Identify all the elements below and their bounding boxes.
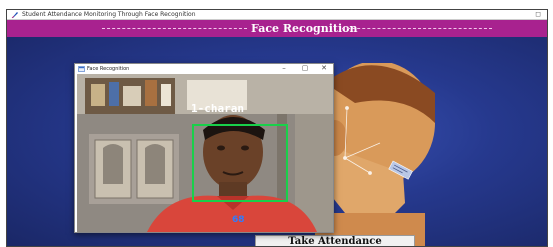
recognized-name-label: 1-charan — [191, 102, 244, 115]
main-window-title: Student Attendance Monitoring Through Fa… — [22, 11, 196, 18]
header-banner: Face Recognition — [7, 20, 547, 37]
popup-title: Face Recognition — [87, 66, 130, 72]
window-icon — [78, 66, 85, 72]
header-dash-right — [342, 28, 492, 29]
main-window-titlebar: Student Attendance Monitoring Through Fa… — [7, 10, 547, 20]
camera-feed: 1-charan 68 — [77, 74, 333, 232]
maximize-button[interactable]: ▢ — [300, 64, 310, 73]
face-recognition-popup: Face Recognition – ▢ ✕ 1-charan 68 — [74, 63, 334, 233]
face-bounding-box — [192, 124, 288, 202]
popup-titlebar: Face Recognition – ▢ ✕ — [75, 64, 333, 74]
confidence-score: 68 — [232, 215, 245, 225]
minimize-button[interactable]: – — [279, 64, 289, 73]
feather-icon — [11, 12, 18, 19]
header-dash-left — [102, 28, 247, 29]
close-button[interactable]: ✕ — [319, 64, 329, 73]
window-menu-button[interactable]: ◻ — [535, 10, 541, 19]
take-attendance-button[interactable]: Take Attendance — [255, 235, 415, 246]
